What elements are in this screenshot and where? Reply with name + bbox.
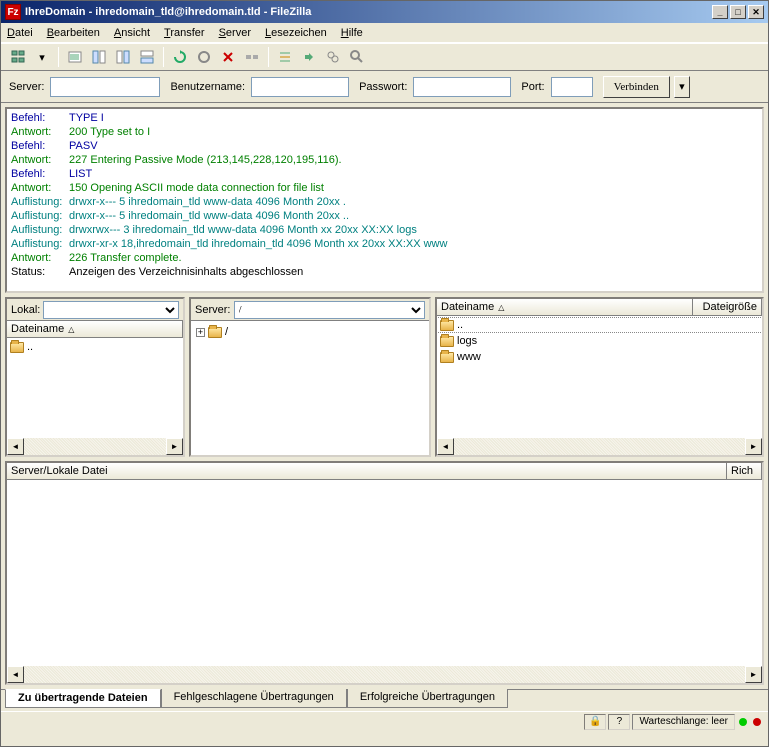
remote-tree-label: Server:	[195, 304, 230, 316]
log-line: Befehl:PASV	[11, 139, 758, 153]
app-icon: Fz	[5, 4, 21, 20]
quickconnect-bar: Server: Benutzername: Passwort: Port: Ve…	[1, 71, 768, 103]
compare-icon[interactable]	[274, 46, 296, 68]
passwort-label: Passwort:	[359, 81, 407, 93]
local-path-dropdown[interactable]	[43, 301, 179, 319]
menu-datei[interactable]: Datei	[7, 27, 33, 39]
statusbar: 🔒 ? Warteschlange: leer	[1, 711, 768, 731]
sitemanager-icon[interactable]	[7, 46, 29, 68]
menu-transfer[interactable]: Transfer	[164, 27, 205, 39]
list-item[interactable]: www	[438, 349, 761, 365]
benutzer-label: Benutzername:	[170, 81, 245, 93]
remote-file-list[interactable]: .. logs www	[437, 316, 762, 438]
log-line: Status:Anzeigen des Verzeichnisinhalts a…	[11, 265, 758, 279]
port-input[interactable]	[551, 77, 593, 97]
toggle-log-icon[interactable]	[64, 46, 86, 68]
list-item[interactable]: logs	[438, 333, 761, 349]
titlebar: Fz IhreDomain - ihredomain_tld@ihredomai…	[1, 1, 768, 23]
tab-success[interactable]: Erfolgreiche Übertragungen	[347, 689, 508, 708]
tab-failed[interactable]: Fehlgeschlagene Übertragungen	[161, 689, 347, 708]
log-line: Antwort:150 Opening ASCII mode data conn…	[11, 181, 758, 195]
tree-expand-icon[interactable]: +	[196, 328, 205, 337]
log-line: Befehl:TYPE I	[11, 111, 758, 125]
queue-list[interactable]	[7, 480, 762, 666]
process-queue-icon[interactable]	[193, 46, 215, 68]
search-icon[interactable]	[346, 46, 368, 68]
queue-scroll-h[interactable]: ◄►	[7, 666, 762, 683]
list-item[interactable]: ..	[438, 317, 761, 333]
activity-led-green	[739, 718, 747, 726]
toolbar: ▾	[1, 43, 768, 71]
remote-scroll-h[interactable]: ◄►	[437, 438, 762, 455]
close-button[interactable]: ✕	[748, 5, 764, 19]
folder-icon	[440, 336, 454, 347]
refresh-icon[interactable]	[169, 46, 191, 68]
queue-col-rich[interactable]: Rich	[727, 463, 762, 479]
sync-browse-icon[interactable]	[298, 46, 320, 68]
tree-node[interactable]: + /	[192, 324, 428, 340]
status-lock-icon: 🔒	[584, 714, 606, 730]
menubar: Datei Bearbeiten Ansicht Transfer Server…	[1, 23, 768, 43]
remote-path-dropdown[interactable]: /	[234, 301, 425, 319]
maximize-button[interactable]: □	[730, 5, 746, 19]
minimize-button[interactable]: _	[712, 5, 728, 19]
log-line: Auflistung:drwxrwx--- 3 ihredomain_tld w…	[11, 223, 758, 237]
port-label: Port:	[521, 81, 544, 93]
passwort-input[interactable]	[413, 77, 511, 97]
folder-icon	[10, 342, 24, 353]
menu-lesezeichen[interactable]: Lesezeichen	[265, 27, 327, 39]
toggle-remote-tree-icon[interactable]	[112, 46, 134, 68]
log-line: Auflistung:drwxr-xr-x 18,ihredomain_tld …	[11, 237, 758, 251]
folder-icon	[440, 320, 454, 331]
disconnect-icon[interactable]	[241, 46, 263, 68]
list-item[interactable]: ..	[8, 339, 182, 355]
remote-tree-panel: Server: / + /	[189, 297, 431, 457]
menu-ansicht[interactable]: Ansicht	[114, 27, 150, 39]
queue-col-file[interactable]: Server/Lokale Datei	[7, 463, 727, 479]
status-help-icon: ?	[608, 714, 630, 730]
log-line: Antwort:200 Type set to I	[11, 125, 758, 139]
window-title: IhreDomain - ihredomain_tld@ihredomain.t…	[25, 6, 710, 18]
menu-hilfe[interactable]: Hilfe	[341, 27, 363, 39]
queue-status: Warteschlange: leer	[632, 714, 735, 730]
remote-tree[interactable]: + /	[191, 321, 429, 455]
log-line: Antwort:226 Transfer complete.	[11, 251, 758, 265]
queue-tabs: Zu übertragende Dateien Fehlgeschlagene …	[1, 689, 768, 711]
local-file-list[interactable]: ..	[7, 338, 183, 438]
toggle-local-tree-icon[interactable]	[88, 46, 110, 68]
tab-pending[interactable]: Zu übertragende Dateien	[5, 689, 161, 708]
toggle-queue-icon[interactable]	[136, 46, 158, 68]
log-line: Befehl:LIST	[11, 167, 758, 181]
folder-icon	[440, 352, 454, 363]
local-scroll-h[interactable]: ◄►	[7, 438, 183, 455]
local-panel: Lokal: Dateiname △ .. ◄►	[5, 297, 185, 457]
log-line: Auflistung:drwxr-x--- 5 ihredomain_tld w…	[11, 209, 758, 223]
remote-col-name[interactable]: Dateiname △	[437, 299, 693, 315]
sitemanager-dropdown-icon[interactable]: ▾	[31, 46, 53, 68]
message-log[interactable]: Befehl:TYPE IAntwort:200 Type set to IBe…	[5, 107, 764, 293]
activity-led-red	[753, 718, 761, 726]
benutzer-input[interactable]	[251, 77, 349, 97]
remote-col-size[interactable]: Dateigröße	[693, 299, 762, 315]
folder-icon	[208, 327, 222, 338]
server-input[interactable]	[50, 77, 160, 97]
verbinden-dropdown[interactable]: ▾	[674, 76, 690, 98]
cancel-icon[interactable]	[217, 46, 239, 68]
menu-server[interactable]: Server	[219, 27, 251, 39]
remote-list-panel: Dateiname △ Dateigröße .. logs www ◄►	[435, 297, 764, 457]
log-line: Auflistung:drwxr-x--- 5 ihredomain_tld w…	[11, 195, 758, 209]
queue-panel: Server/Lokale Datei Rich ◄►	[5, 461, 764, 685]
local-col-name[interactable]: Dateiname △	[7, 321, 183, 337]
log-line: Antwort:227 Entering Passive Mode (213,1…	[11, 153, 758, 167]
filter-icon[interactable]	[322, 46, 344, 68]
verbinden-button[interactable]: Verbinden	[603, 76, 670, 98]
server-label: Server:	[9, 81, 44, 93]
local-label: Lokal:	[11, 304, 40, 316]
menu-bearbeiten[interactable]: Bearbeiten	[47, 27, 100, 39]
